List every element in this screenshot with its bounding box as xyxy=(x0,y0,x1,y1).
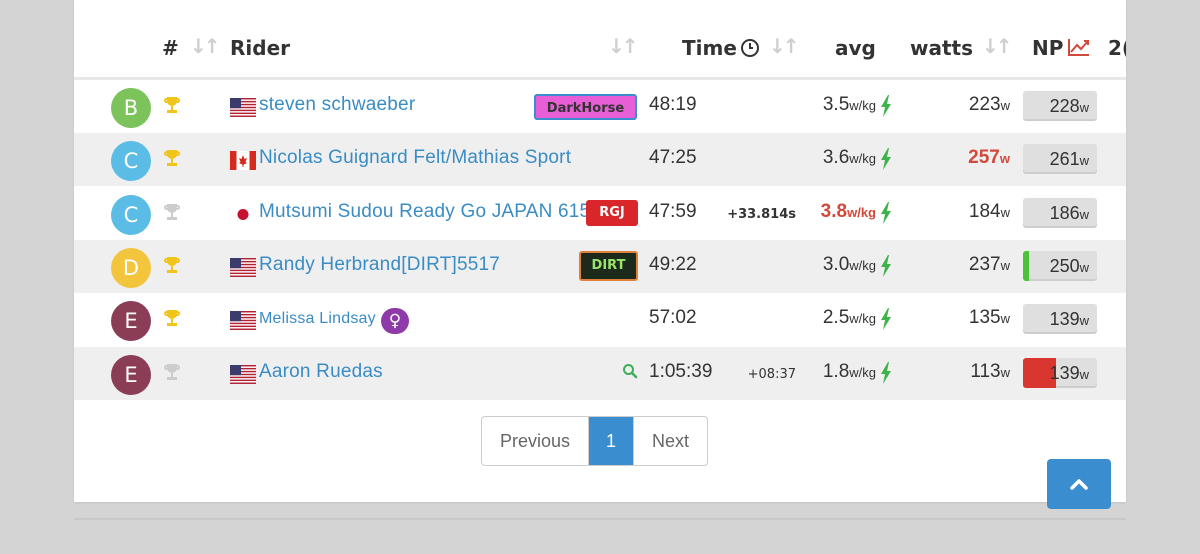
category-badge: E xyxy=(111,354,151,395)
finish-time: 1:05:39 xyxy=(649,360,713,382)
bolt-icon xyxy=(881,361,891,384)
np-fill xyxy=(1023,250,1029,281)
avg-watts: 135w xyxy=(968,307,1010,329)
sort-icon[interactable]: ↓↑ xyxy=(769,34,799,58)
bolt-icon xyxy=(881,308,891,331)
search-icon[interactable] xyxy=(622,363,638,379)
sort-icon[interactable]: ↓↑ xyxy=(982,34,1012,58)
bolt-icon xyxy=(881,254,891,277)
finish-time: 47:59 xyxy=(649,200,697,222)
avg-watts: 223w xyxy=(968,94,1010,115)
np-power-bar[interactable]: 186w xyxy=(1023,197,1097,228)
trophy-icon xyxy=(164,97,180,115)
trophy-icon xyxy=(164,310,180,328)
flag-icon xyxy=(230,98,256,117)
rider-name-link[interactable]: Mutsumi Sudou Ready Go JAPAN 615 xyxy=(259,201,590,223)
chart-icon xyxy=(1068,38,1090,56)
table-row: E Melissa Lindsay ♀ 57:02 2.5w/kg 135w 139w xyxy=(74,293,1126,346)
flag-icon xyxy=(230,204,256,224)
col-rider-header[interactable]: Rider xyxy=(230,36,290,60)
avg-wkg: 3.6w/kg xyxy=(822,147,876,169)
col-avg-header[interactable]: avg xyxy=(835,36,876,60)
pagination: Previous 1 Next xyxy=(481,416,709,466)
rider-name-link[interactable]: Aaron Ruedas xyxy=(259,361,383,383)
clock-icon xyxy=(740,38,759,57)
finish-time: 57:02 xyxy=(649,307,697,329)
trophy-icon xyxy=(164,203,180,222)
category-badge: C xyxy=(111,141,151,182)
finish-time: 48:19 xyxy=(649,94,697,115)
avg-watts: 257w xyxy=(968,147,1010,169)
avg-wkg: 3.8w/kg xyxy=(820,200,876,222)
page-divider xyxy=(74,518,1126,520)
trophy-icon xyxy=(164,150,180,168)
finish-time: 49:22 xyxy=(649,253,697,275)
previous-button[interactable]: Previous xyxy=(482,417,588,465)
rider-name-link[interactable]: Melissa Lindsay xyxy=(259,310,376,328)
avg-wkg: 3.0w/kg xyxy=(822,253,876,275)
avg-watts: 237w xyxy=(968,253,1010,275)
avg-wkg: 2.5w/kg xyxy=(822,307,876,329)
flag-icon xyxy=(230,311,256,331)
avg-wkg: 3.5w/kg xyxy=(822,94,876,115)
col-np-header[interactable]: NP xyxy=(1032,36,1091,60)
table-row: Bsteven schwaeber DarkHorse 48:19 3.5w/kg 22… xyxy=(74,80,1126,133)
time-gap: +33.814s xyxy=(727,206,796,222)
results-panel: # ↓↑ Rider ↓↑ Time ↓↑ avg watts ↓↑ NP 2(… xyxy=(74,0,1126,502)
avg-watts: 113w xyxy=(970,360,1010,382)
scroll-to-top-button[interactable] xyxy=(1047,459,1111,509)
table-row: E Aaron Ruedas 1:05:39 +08:37 1.8w/kg 113w 139… xyxy=(74,346,1126,400)
chevron-up-icon xyxy=(1070,479,1088,490)
sort-icon[interactable]: ↓↑ xyxy=(608,34,638,58)
flag-icon xyxy=(230,257,256,277)
time-gap: +08:37 xyxy=(747,366,796,382)
team-tag[interactable]: RGJ xyxy=(586,199,638,226)
bolt-icon xyxy=(881,95,891,117)
np-power-bar[interactable]: 228w xyxy=(1023,91,1097,121)
col-watts-header[interactable]: watts xyxy=(910,36,973,60)
rider-name-link[interactable]: Randy Herbrand[DIRT]5517 xyxy=(259,254,500,276)
category-badge: C xyxy=(111,194,151,235)
team-tag[interactable]: DarkHorse xyxy=(534,94,637,120)
category-badge: E xyxy=(111,301,151,342)
next-button[interactable]: Next xyxy=(633,417,707,465)
flag-icon xyxy=(230,364,256,384)
np-power-bar[interactable]: 261w xyxy=(1023,144,1097,175)
np-power-bar[interactable]: 250w xyxy=(1023,250,1097,281)
category-badge: D xyxy=(111,247,151,288)
col-time-header[interactable]: Time xyxy=(682,36,759,60)
avg-watts: 184w xyxy=(968,200,1010,222)
bolt-icon xyxy=(881,201,891,224)
trophy-icon xyxy=(164,363,180,382)
flag-icon xyxy=(230,151,256,171)
col-rank-header[interactable]: # xyxy=(162,36,179,60)
bolt-icon xyxy=(881,148,891,171)
rider-name-link[interactable]: Nicolas Guignard Felt/Mathias Sport xyxy=(259,147,571,169)
table-row: D Randy Herbrand[DIRT]5517 DIRT 49:22 3.0w/k… xyxy=(74,239,1126,293)
page-1-button[interactable]: 1 xyxy=(588,417,634,465)
female-icon: ♀ xyxy=(381,308,409,335)
np-power-bar[interactable]: 139w xyxy=(1023,357,1097,388)
team-tag[interactable]: DIRT xyxy=(579,250,638,281)
finish-time: 47:25 xyxy=(649,147,697,169)
rider-name-link[interactable]: steven schwaeber xyxy=(259,94,415,116)
trophy-icon xyxy=(164,256,180,275)
sort-icon[interactable]: ↓↑ xyxy=(190,34,220,58)
np-power-bar[interactable]: 139w xyxy=(1023,304,1097,335)
col-next-header[interactable]: 2( xyxy=(1108,36,1126,60)
table-row: C Nicolas Guignard Felt/Mathias Sport 47:2… xyxy=(74,133,1126,187)
table-header: # ↓↑ Rider ↓↑ Time ↓↑ avg watts ↓↑ NP 2( xyxy=(74,0,1126,80)
category-badge: B xyxy=(111,88,151,128)
avg-wkg: 1.8w/kg xyxy=(822,360,876,382)
table-row: C Mutsumi Sudou Ready Go JAPAN 615 RGJ 47:5… xyxy=(74,187,1126,240)
